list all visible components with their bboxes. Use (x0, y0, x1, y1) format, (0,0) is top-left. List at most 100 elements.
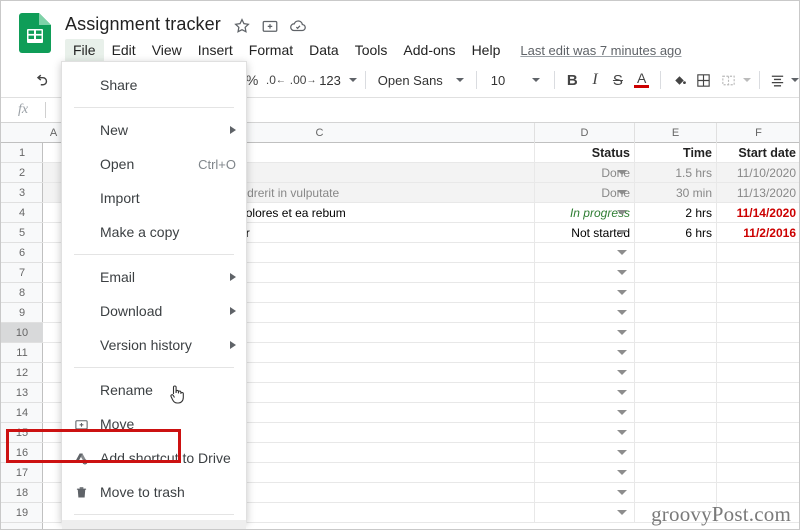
menu-file[interactable]: File (65, 38, 104, 62)
cell-e6[interactable] (635, 243, 717, 262)
cell-f8[interactable] (717, 283, 799, 302)
cell-f10[interactable] (717, 323, 799, 342)
row-header-10[interactable]: 10 (1, 323, 43, 343)
row-header-1[interactable]: 1 (1, 143, 43, 163)
cell-e17[interactable] (635, 463, 717, 482)
status-dropdown-arrow[interactable] (617, 490, 627, 495)
cell-f9[interactable] (717, 303, 799, 322)
cell-e18[interactable] (635, 483, 717, 502)
row-header-11[interactable]: 11 (1, 343, 43, 363)
row-header-13[interactable]: 13 (1, 383, 43, 403)
star-icon[interactable] (233, 17, 253, 37)
number-format-dropdown[interactable]: 123 (319, 67, 357, 93)
cell-e5-time[interactable]: 6 hrs (635, 223, 717, 242)
column-header-f[interactable]: F (717, 123, 799, 143)
cell-f17[interactable] (717, 463, 799, 482)
cell-e14[interactable] (635, 403, 717, 422)
row-header-18[interactable]: 18 (1, 483, 43, 503)
status-dropdown-arrow[interactable] (617, 330, 627, 335)
cell-f14[interactable] (717, 403, 799, 422)
document-title[interactable]: Assignment tracker (65, 14, 221, 35)
menu-insert[interactable]: Insert (190, 39, 241, 62)
text-color-button[interactable]: A (629, 67, 654, 93)
file-menu-item-move[interactable]: Move (62, 407, 246, 441)
file-menu-item-open[interactable]: Open Ctrl+O (62, 147, 246, 181)
status-dropdown-arrow[interactable] (617, 430, 627, 435)
bold-button[interactable]: B (561, 67, 584, 93)
menu-tools[interactable]: Tools (347, 39, 396, 62)
status-dropdown-arrow[interactable] (617, 230, 627, 235)
row-header-8[interactable]: 8 (1, 283, 43, 303)
file-menu-item-email[interactable]: Email (62, 260, 246, 294)
italic-button[interactable]: I (584, 67, 607, 93)
cell-f6[interactable] (717, 243, 799, 262)
row-header-2[interactable]: 2 (1, 163, 43, 183)
status-dropdown-arrow[interactable] (617, 170, 627, 175)
cell-f5-startdate[interactable]: 11/2/2016 (717, 223, 799, 242)
menu-data[interactable]: Data (301, 39, 347, 62)
fill-color-icon[interactable] (667, 67, 692, 93)
row-header-5[interactable]: 5 (1, 223, 43, 243)
column-header-d[interactable]: D (535, 123, 635, 143)
font-size-dropdown[interactable]: 10 (483, 67, 548, 93)
cell-f2-startdate[interactable]: 11/10/2020 (717, 163, 799, 182)
cell-d1-status-header[interactable]: Status (535, 143, 635, 162)
cell-f18[interactable] (717, 483, 799, 502)
row-header-14[interactable]: 14 (1, 403, 43, 423)
file-menu-item-move-to-trash[interactable]: Move to trash (62, 475, 246, 509)
status-dropdown-arrow[interactable] (617, 250, 627, 255)
cell-f4-startdate[interactable]: 11/14/2020 (717, 203, 799, 222)
row-header-6[interactable]: 6 (1, 243, 43, 263)
cell-e11[interactable] (635, 343, 717, 362)
column-header-e[interactable]: E (635, 123, 717, 143)
cell-e12[interactable] (635, 363, 717, 382)
status-dropdown-arrow[interactable] (617, 410, 627, 415)
file-menu-item-import[interactable]: Import (62, 181, 246, 215)
cell-e10[interactable] (635, 323, 717, 342)
horizontal-align-icon[interactable] (766, 67, 789, 93)
strikethrough-button[interactable]: S (607, 67, 630, 93)
status-dropdown-arrow[interactable] (617, 390, 627, 395)
cell-f11[interactable] (717, 343, 799, 362)
cell-f1-startdate-header[interactable]: Start date (717, 143, 799, 162)
cell-f13[interactable] (717, 383, 799, 402)
file-menu-item-add-shortcut-to-drive[interactable]: Add shortcut to Drive (62, 441, 246, 475)
file-menu-item-publish-to-the-web[interactable]: Publish to the web (62, 520, 246, 529)
status-dropdown-arrow[interactable] (617, 350, 627, 355)
cell-e16[interactable] (635, 443, 717, 462)
menu-addons[interactable]: Add-ons (395, 39, 463, 62)
status-dropdown-arrow[interactable] (617, 310, 627, 315)
last-edit-status[interactable]: Last edit was 7 minutes ago (520, 43, 681, 58)
row-header-19[interactable]: 19 (1, 503, 43, 523)
cell-e1-time-header[interactable]: Time (635, 143, 717, 162)
file-menu-item-version-history[interactable]: Version history (62, 328, 246, 362)
cell-f16[interactable] (717, 443, 799, 462)
menu-edit[interactable]: Edit (104, 39, 144, 62)
undo-icon[interactable] (29, 67, 54, 93)
file-menu-item-share[interactable]: Share (62, 68, 246, 102)
status-dropdown-arrow[interactable] (617, 510, 627, 515)
cell-f15[interactable] (717, 423, 799, 442)
file-menu-item-new[interactable]: New (62, 113, 246, 147)
cell-e2-time[interactable]: 1.5 hrs (635, 163, 717, 182)
cell-e15[interactable] (635, 423, 717, 442)
file-menu-item-rename[interactable]: Rename (62, 373, 246, 407)
status-dropdown-arrow[interactable] (617, 450, 627, 455)
row-header-16[interactable]: 16 (1, 443, 43, 463)
cell-e9[interactable] (635, 303, 717, 322)
menu-help[interactable]: Help (464, 39, 509, 62)
file-menu-item-make-a-copy[interactable]: Make a copy (62, 215, 246, 249)
row-header-17[interactable]: 17 (1, 463, 43, 483)
cell-f3-startdate[interactable]: 11/13/2020 (717, 183, 799, 202)
cell-f7[interactable] (717, 263, 799, 282)
file-menu-item-download[interactable]: Download (62, 294, 246, 328)
cell-e8[interactable] (635, 283, 717, 302)
sheets-logo-icon[interactable] (19, 13, 51, 53)
status-dropdown-arrow[interactable] (617, 210, 627, 215)
cell-e7[interactable] (635, 263, 717, 282)
borders-icon[interactable] (691, 67, 716, 93)
row-header-3[interactable]: 3 (1, 183, 43, 203)
row-header-7[interactable]: 7 (1, 263, 43, 283)
menu-view[interactable]: View (144, 39, 190, 62)
row-header-12[interactable]: 12 (1, 363, 43, 383)
